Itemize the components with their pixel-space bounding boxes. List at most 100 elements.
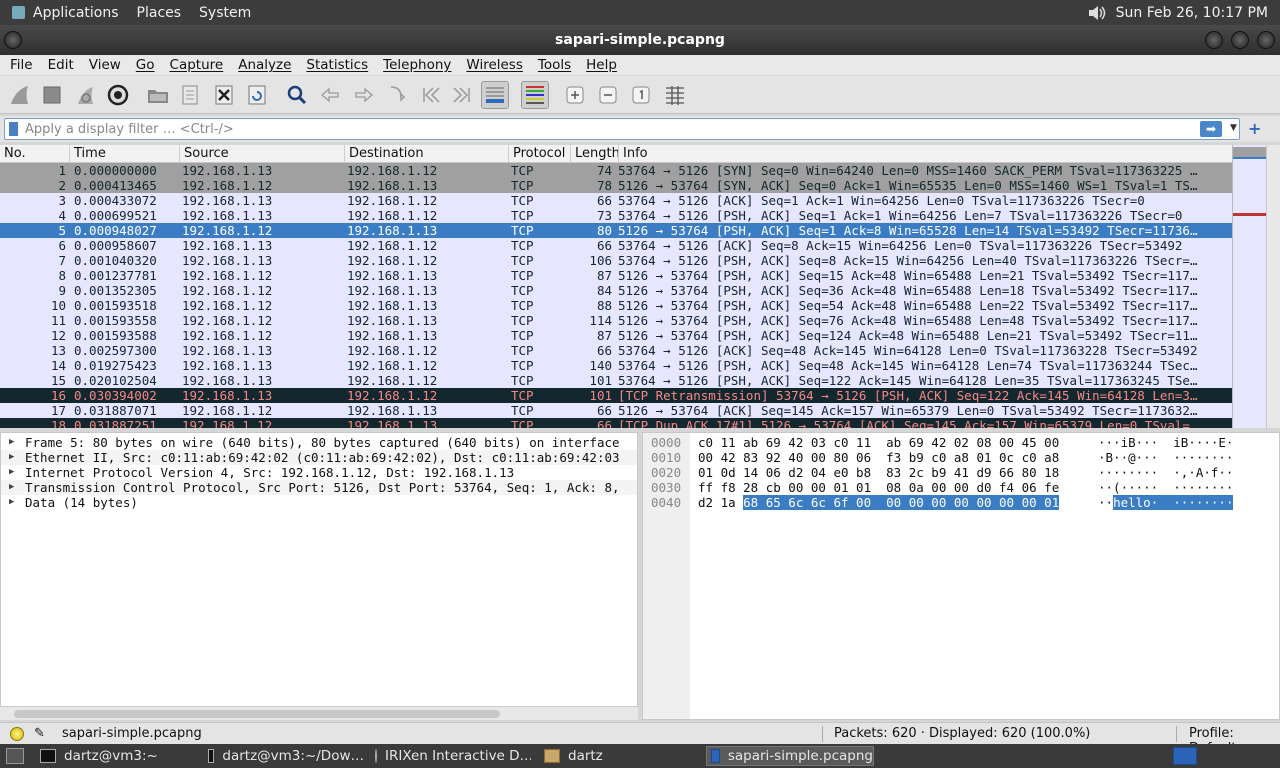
menu-edit[interactable]: Edit [43,57,79,73]
bookmark-icon[interactable] [9,122,18,136]
colorize-button[interactable] [521,81,549,109]
packet-list-scrollbar[interactable] [1266,145,1280,428]
bytes-row[interactable]: 0000 c0 11 ab 69 42 03 c0 11 ab 69 42 02 … [643,435,1279,450]
expand-arrow-icon[interactable]: ▶ [9,465,25,480]
clock[interactable]: Sun Feb 26, 10:17 PM [1116,5,1268,21]
menu-capture[interactable]: Capture [165,57,229,73]
packet-list-minimap[interactable] [1232,145,1267,428]
reload-file-button[interactable] [243,81,271,109]
scroll-thumb[interactable] [14,710,500,718]
column-source[interactable]: Source [180,145,345,162]
capture-options-button[interactable] [104,81,132,109]
tree-item[interactable]: ▶ Internet Protocol Version 4, Src: 192.1… [1,465,637,480]
table-row[interactable]: 4 0.000699521 192.168.1.13 192.168.1.12 TCP 7… [0,208,1266,223]
restart-capture-button[interactable] [72,81,100,109]
table-row[interactable]: 14 0.019275423 192.168.1.13 192.168.1.12 TCP… [0,358,1266,373]
column-destination[interactable]: Destination [345,145,509,162]
applications-menu[interactable]: Applications [0,5,128,21]
table-row[interactable]: 1 0.000000000 192.168.1.13 192.168.1.12 TCP 7… [0,163,1266,178]
go-forward-button[interactable] [350,81,378,109]
bytes-row[interactable]: 0010 00 42 83 92 40 00 80 06 f3 b9 c0 a8 … [643,450,1279,465]
table-row[interactable]: 10 0.001593518 192.168.1.12 192.168.1.13 TCP… [0,298,1266,313]
speaker-icon[interactable] [1086,4,1108,22]
table-row[interactable]: 16 0.030394002 192.168.1.13 192.168.1.12 TCP… [0,388,1266,403]
table-row[interactable]: 7 0.001040320 192.168.1.13 192.168.1.12 TCP 1… [0,253,1266,268]
expert-info-icon[interactable] [10,727,24,741]
bytes-row[interactable]: 0030 ff f8 28 cb 00 00 01 01 08 0a 00 00 … [643,480,1279,495]
column-length[interactable]: Length [571,145,619,162]
close-file-button[interactable] [210,81,238,109]
expand-arrow-icon[interactable]: ▶ [9,450,25,465]
window-titlebar[interactable]: sapari-simple.pcapng [0,25,1280,55]
table-row[interactable]: 2 0.000413465 192.168.1.12 192.168.1.13 TCP 7… [0,178,1266,193]
menu-file[interactable]: File [5,57,38,73]
packet-bytes-pane[interactable]: 0000 c0 11 ab 69 42 03 c0 11 ab 69 42 02 … [642,432,1280,720]
go-back-button[interactable] [316,81,344,109]
bytes-row[interactable]: 0020 01 0d 14 06 d2 04 e0 b8 83 2c b9 41 … [643,465,1279,480]
table-row[interactable]: 13 0.002597300 192.168.1.13 192.168.1.12 TCP… [0,343,1266,358]
auto-scroll-button[interactable] [481,81,509,109]
details-horizontal-scrollbar[interactable] [0,706,638,720]
save-file-button[interactable] [176,81,204,109]
table-row[interactable]: 5 0.000948027 192.168.1.12 192.168.1.13 TCP 8… [0,223,1266,238]
tree-item[interactable]: ▶ Frame 5: 80 bytes on wire (640 bits), 8… [1,435,637,450]
comment-icon[interactable]: ✎ [34,726,45,741]
table-row[interactable]: 8 0.001237781 192.168.1.12 192.168.1.13 TCP 8… [0,268,1266,283]
expand-arrow-icon[interactable]: ▶ [9,480,25,495]
maximize-button[interactable] [1231,31,1249,49]
tree-item[interactable]: ▶ Ethernet II, Src: c0:11:ab:69:42:02 (c0… [1,450,637,465]
window-menu-button[interactable] [4,31,22,49]
column-no[interactable]: No. [0,145,70,162]
table-row[interactable]: 6 0.000958607 192.168.1.13 192.168.1.12 TCP 6… [0,238,1266,253]
display-filter-input[interactable] [4,118,1240,140]
first-packet-button[interactable] [417,81,445,109]
close-button[interactable] [1257,31,1275,49]
apply-filter-button[interactable]: ➡ [1200,121,1222,137]
table-row[interactable]: 18 0.031887251 192.168.1.12 192.168.1.13 TCP… [0,418,1266,428]
table-row[interactable]: 11 0.001593558 192.168.1.12 192.168.1.13 TCP… [0,313,1266,328]
tree-item[interactable]: ▶ Data (14 bytes) [1,495,637,510]
menu-statistics[interactable]: Statistics [301,57,373,73]
menu-help[interactable]: Help [581,57,622,73]
normal-size-button[interactable] [627,81,655,109]
column-time[interactable]: Time [70,145,180,162]
show-desktop-icon[interactable] [6,748,24,764]
packet-details-pane[interactable]: ▶ Frame 5: 80 bytes on wire (640 bits), 8… [0,432,638,720]
zoom-in-button[interactable] [561,81,589,109]
tree-item[interactable]: ▶ Transmission Control Protocol, Src Port… [1,480,637,495]
menu-view[interactable]: View [84,57,126,73]
expand-arrow-icon[interactable]: ▶ [9,435,25,450]
start-capture-button[interactable] [6,81,34,109]
wireshark-tray-icon[interactable] [1173,747,1197,765]
system-menu[interactable]: System [190,5,260,21]
table-row[interactable]: 9 0.001352305 192.168.1.12 192.168.1.13 TCP 8… [0,283,1266,298]
stop-capture-button[interactable] [38,81,66,109]
table-row[interactable]: 17 0.031887071 192.168.1.12 192.168.1.13 TCP… [0,403,1266,418]
menu-analyze[interactable]: Analyze [233,57,296,73]
go-to-packet-button[interactable] [383,81,411,109]
menu-wireless[interactable]: Wireless [461,57,528,73]
menu-go[interactable]: Go [131,57,160,73]
minimize-button[interactable] [1205,31,1223,49]
taskbar-button[interactable]: dartz@vm3:~ [36,746,196,766]
column-protocol[interactable]: Protocol [509,145,571,162]
column-info[interactable]: Info [619,145,1233,162]
menu-telephony[interactable]: Telephony [378,57,456,73]
zoom-out-button[interactable] [594,81,622,109]
bytes-row[interactable]: 0040 d2 1a 68 65 6c 6c 6f 00 00 00 00 00 … [643,495,1279,510]
expand-arrow-icon[interactable]: ▶ [9,495,25,510]
packet-list[interactable]: No. Time Source Destination Protocol Len… [0,145,1266,428]
taskbar-button[interactable]: sapari-simple.pcapng [706,746,874,766]
open-file-button[interactable] [144,81,172,109]
table-row[interactable]: 3 0.000433072 192.168.1.13 192.168.1.12 TCP 6… [0,193,1266,208]
resize-columns-button[interactable] [661,81,689,109]
taskbar-button[interactable]: dartz@vm3:~/Dow… [204,746,364,766]
taskbar-button[interactable]: dartz [540,746,695,766]
places-menu[interactable]: Places [128,5,191,21]
taskbar-button[interactable]: IRIXen Interactive D… [371,746,531,766]
table-row[interactable]: 15 0.020102504 192.168.1.13 192.168.1.12 TCP… [0,373,1266,388]
find-packet-button[interactable] [283,81,311,109]
last-packet-button[interactable] [448,81,476,109]
menu-tools[interactable]: Tools [533,57,576,73]
table-row[interactable]: 12 0.001593588 192.168.1.12 192.168.1.13 TCP… [0,328,1266,343]
